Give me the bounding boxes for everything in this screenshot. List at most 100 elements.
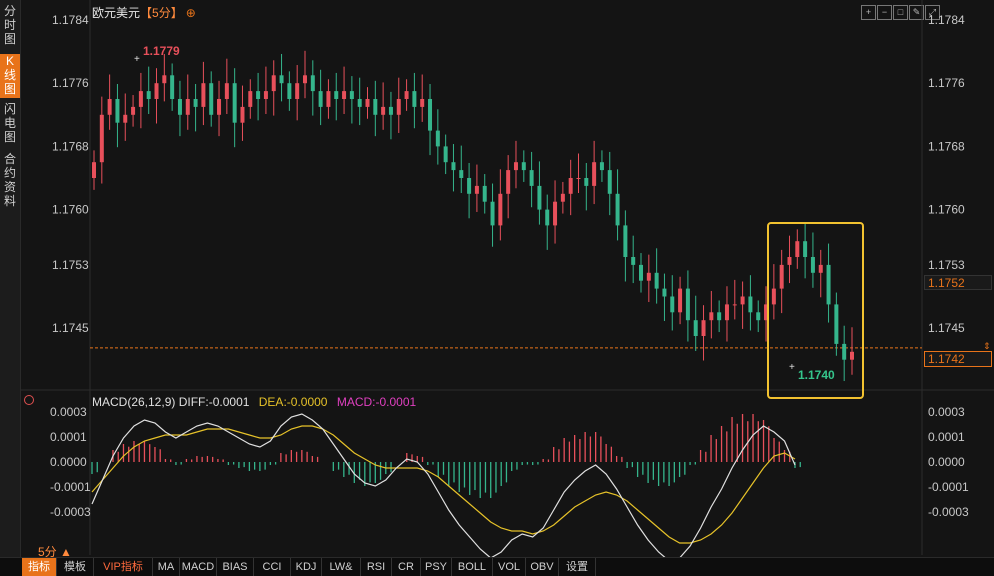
candle-body <box>615 193 620 226</box>
candle <box>810 232 815 288</box>
indicator-tab[interactable]: 指标 <box>22 558 57 576</box>
candle-body <box>467 178 472 194</box>
candle <box>623 210 628 282</box>
candle <box>779 249 784 314</box>
candle-body <box>154 83 159 99</box>
candle-body <box>381 106 386 115</box>
macd-tick-left: 0.0000 <box>50 455 87 469</box>
indicator-tab[interactable]: CCI <box>254 558 291 576</box>
candle-body <box>326 91 331 107</box>
candle-body <box>717 312 722 321</box>
candle <box>170 63 175 111</box>
indicator-tab[interactable]: BOLL <box>452 558 493 576</box>
candle <box>240 85 245 141</box>
candle <box>631 235 636 284</box>
candle <box>568 159 573 216</box>
price-tick-left: 1.1768 <box>52 139 89 153</box>
candle-body <box>146 91 151 99</box>
candle <box>592 140 597 205</box>
candle-body <box>756 312 761 321</box>
candle-body <box>521 162 526 171</box>
candle <box>490 183 495 247</box>
candle-body <box>584 178 589 186</box>
low-marker: + <box>789 362 795 373</box>
indicator-tab[interactable]: RSI <box>361 558 392 576</box>
candle <box>803 223 808 279</box>
candle <box>443 134 448 175</box>
candle-body <box>435 130 440 147</box>
candle-body <box>232 83 237 123</box>
macd-tick-left: -0.0003 <box>50 505 91 519</box>
indicator-tab[interactable]: 设置 <box>559 558 596 576</box>
candle <box>271 60 276 116</box>
candle <box>349 76 354 124</box>
candle <box>451 144 456 192</box>
candle-body <box>131 106 136 115</box>
candle <box>131 95 136 127</box>
candle-body <box>193 99 198 107</box>
candle <box>154 68 159 124</box>
candle-body <box>740 296 745 305</box>
macd-panel: 0.0003 0.0003 0.0001 0.0001 0.0000 0.0000 -0.0… <box>50 405 969 562</box>
diff-value: DIFF:-0.0001 <box>178 395 250 409</box>
candle <box>662 273 667 321</box>
candle-body <box>162 75 167 84</box>
candle <box>756 300 761 333</box>
price-scroll-icon[interactable]: ⇕ <box>983 341 991 352</box>
indicator-tab[interactable]: OBV <box>526 558 559 576</box>
indicator-tab[interactable]: CR <box>392 558 421 576</box>
price-tick-right: 1.1745 <box>928 321 965 335</box>
candle <box>177 80 182 137</box>
candle <box>138 72 143 129</box>
candle-body <box>560 193 565 202</box>
candle <box>334 72 339 121</box>
candle-body <box>787 257 792 265</box>
indicator-tab[interactable]: 模板 <box>57 558 94 576</box>
indicator-tab[interactable]: LW& <box>322 558 361 576</box>
candle <box>92 150 96 190</box>
candle-body <box>263 91 268 99</box>
candle-body <box>779 264 784 289</box>
indicator-tab[interactable]: MACD <box>180 558 217 576</box>
macd-settings-icon[interactable] <box>24 395 34 405</box>
indicator-tab[interactable]: VOL <box>493 558 526 576</box>
chart-canvas: ++ 1.1784 1.17841.1776 1.17761.1768 1.17681… <box>20 0 994 562</box>
candle <box>693 295 698 352</box>
candle-body <box>592 162 597 186</box>
candle-body <box>732 304 737 306</box>
macd-tick-left: -0.0001 <box>50 480 91 494</box>
candle-body <box>678 288 683 313</box>
candle <box>123 93 128 141</box>
indicator-tab[interactable]: PSY <box>421 558 452 576</box>
candle <box>685 270 690 342</box>
indicator-tab[interactable]: MA <box>153 558 180 576</box>
candle-body <box>490 201 495 226</box>
macd-tick-right: 0.0000 <box>928 455 965 469</box>
macd-tick-left: 0.0003 <box>50 405 87 419</box>
candle <box>615 169 620 241</box>
candle <box>553 180 558 244</box>
candle-body <box>248 91 253 107</box>
candle <box>529 151 534 208</box>
candle-body <box>287 83 292 99</box>
candle-body <box>373 99 378 115</box>
candle <box>373 80 378 137</box>
candle-body <box>568 178 573 194</box>
candle <box>224 58 229 115</box>
candle-body <box>537 185 542 210</box>
candle <box>248 79 253 119</box>
candle <box>748 275 753 331</box>
candle-body <box>115 99 120 123</box>
indicator-tab[interactable]: VIP指标 <box>94 558 153 576</box>
indicator-tab[interactable]: BIAS <box>217 558 254 576</box>
candle-body <box>506 170 511 194</box>
candle-body <box>388 106 393 115</box>
candle-body <box>576 178 581 179</box>
candle <box>217 80 222 137</box>
candle-body <box>240 106 245 123</box>
price-tick-left: 1.1745 <box>52 321 89 335</box>
candle <box>209 71 214 127</box>
candle <box>146 66 151 115</box>
indicator-tab[interactable]: KDJ <box>291 558 322 576</box>
candle <box>513 140 518 189</box>
